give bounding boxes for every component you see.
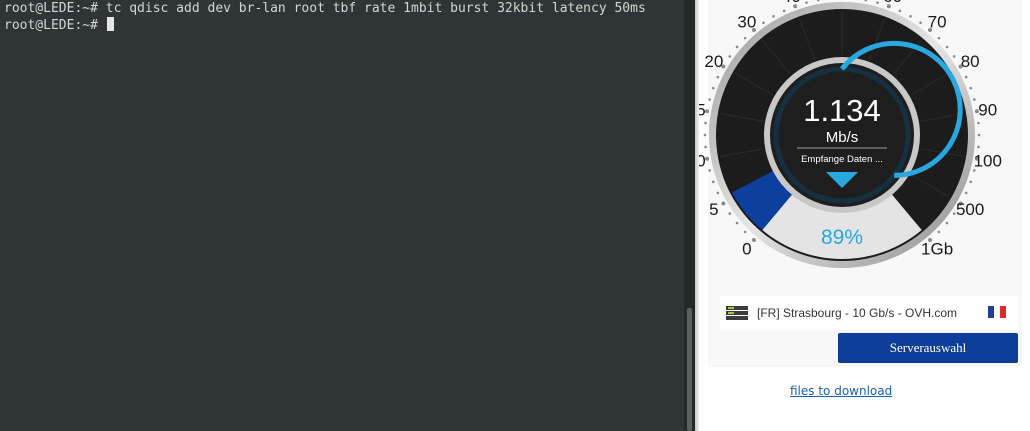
scale-tick xyxy=(708,169,711,172)
terminal-window[interactable]: root@LEDE:~# tc qdisc add dev br-lan roo… xyxy=(0,0,684,431)
scale-label: 30 xyxy=(737,13,756,32)
scale-tick xyxy=(816,0,820,2)
scale-label: 500 xyxy=(956,200,984,219)
scale-tick xyxy=(711,180,715,184)
scale-tick xyxy=(716,191,720,195)
scale-tick xyxy=(909,15,912,18)
scale-tick xyxy=(743,230,747,234)
scale-tick xyxy=(716,75,720,79)
scale-tick xyxy=(952,55,956,58)
scale-label: 20 xyxy=(704,52,723,71)
files-to-download-link[interactable]: files to download xyxy=(790,384,892,398)
scale-tick xyxy=(977,133,981,137)
speed-value: 1.134 xyxy=(803,93,881,128)
scale-tick xyxy=(969,86,973,90)
scale-tick xyxy=(937,36,941,40)
scale-label: 5 xyxy=(709,200,718,219)
scale-label: 0 xyxy=(742,239,751,258)
terminal-scrollbar-thumb[interactable] xyxy=(687,308,692,431)
terminal-prompt-text: root@LEDE:~# xyxy=(4,18,106,33)
scale-label: 60 xyxy=(883,0,902,6)
scale-tick xyxy=(728,212,732,215)
scale-tick xyxy=(704,121,707,125)
scale-tick xyxy=(703,133,707,137)
scale-tick xyxy=(711,86,715,90)
scale-tick xyxy=(743,36,747,40)
scale-tick xyxy=(876,1,879,4)
scale-tick xyxy=(919,21,922,25)
scale-tick xyxy=(751,237,756,242)
speed-unit: Mb/s xyxy=(826,129,859,146)
server-label: [FR] Strasbourg - 10 Gb/s - OVH.com xyxy=(757,306,958,320)
scale-tick xyxy=(898,9,902,13)
server-select-button[interactable]: Serverauswahl xyxy=(838,333,1018,363)
scale-label: 90 xyxy=(978,100,997,119)
scale-tick xyxy=(805,1,808,4)
scale-tick xyxy=(864,0,868,2)
scale-tick xyxy=(721,201,726,206)
scale-tick xyxy=(728,55,732,58)
scale-label: 40 xyxy=(782,0,801,6)
scale-tick xyxy=(964,191,968,195)
scale-tick xyxy=(945,221,949,225)
scale-tick xyxy=(937,230,941,234)
scale-label: 100 xyxy=(974,152,1002,171)
terminal-cursor xyxy=(106,17,114,31)
scale-label: 10 xyxy=(699,152,706,171)
scale-label: 70 xyxy=(928,13,947,32)
scale-tick xyxy=(969,180,973,184)
scale-label: 1Gb xyxy=(921,239,953,258)
scale-tick xyxy=(762,21,765,25)
scale-tick xyxy=(945,45,949,49)
speed-gauge: 1.134 Mb/s Empfange Daten ... 89% 0 5 10 15… xyxy=(699,0,1002,268)
scale-tick xyxy=(772,15,775,18)
scale-tick xyxy=(782,9,786,13)
scale-tick xyxy=(973,98,976,101)
terminal-line-command: root@LEDE:~# tc qdisc add dev br-lan roo… xyxy=(4,1,646,16)
scale-tick xyxy=(977,121,980,125)
france-flag-icon xyxy=(988,306,1006,318)
progress-percent: 89% xyxy=(821,226,863,249)
scale-label: 15 xyxy=(699,100,706,119)
scale-label: 80 xyxy=(961,52,980,71)
status-text: Empfange Daten ... xyxy=(801,154,883,165)
scale-tick xyxy=(735,45,739,49)
server-icon xyxy=(726,306,748,320)
server-info: [FR] Strasbourg - 10 Gb/s - OVH.com xyxy=(720,296,1018,330)
terminal-line-prompt[interactable]: root@LEDE:~# xyxy=(4,17,114,34)
scale-tick xyxy=(708,98,711,101)
scale-tick xyxy=(964,75,968,79)
scale-tick xyxy=(977,145,980,149)
scale-tick xyxy=(704,145,707,149)
scale-tick xyxy=(735,221,739,225)
